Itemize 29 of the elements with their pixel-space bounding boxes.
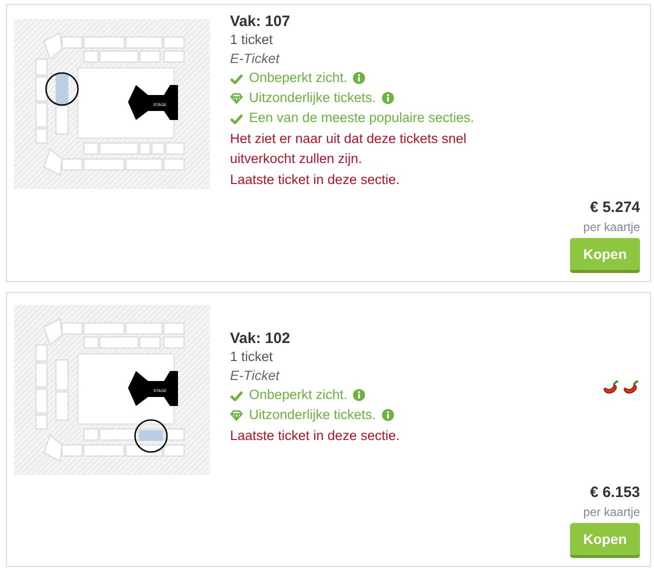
info-icon[interactable] [382, 409, 394, 421]
feature-text: Uitzonderlijke tickets. [249, 89, 376, 107]
feature-text: Uitzonderlijke tickets. [249, 406, 376, 424]
ticket-quantity: 1 ticket [230, 348, 274, 366]
warning-text: Laatste ticket in deze sectie. [230, 171, 401, 189]
diamond-icon [230, 92, 243, 104]
buy-button[interactable]: Kopen [570, 238, 640, 273]
section-title: Vak: 107 [230, 13, 292, 31]
delivery-type: E-Ticket [230, 50, 281, 68]
buy-button[interactable]: Kopen [570, 523, 640, 558]
warning-text: Het ziet er naar uit dat deze tickets snel uitverkocht zullen zijn. [230, 130, 468, 168]
diamond-icon [230, 410, 243, 420]
delivery-type: E-Ticket [230, 367, 281, 385]
warning-text: Laatste ticket in deze sectie. [230, 427, 401, 445]
info-icon[interactable] [353, 389, 366, 401]
check-icon [230, 390, 243, 400]
info-icon[interactable] [382, 92, 394, 104]
price-unit: per kaartje [583, 504, 640, 521]
ticket-quantity: 1 ticket [230, 31, 274, 49]
check-icon [230, 112, 243, 124]
price-unit: per kaartje [583, 219, 640, 236]
check-icon [230, 72, 243, 84]
price: € 6.153 [590, 483, 640, 503]
info-icon[interactable] [353, 72, 366, 84]
feature-text: Een van de meeste populaire secties. [249, 109, 474, 127]
price: € 5.274 [590, 198, 640, 218]
feature-text: Onbeperkt zicht. [249, 69, 348, 87]
section-title: Vak: 102 [230, 330, 292, 348]
feature-text: Onbeperkt zicht. [249, 386, 348, 404]
